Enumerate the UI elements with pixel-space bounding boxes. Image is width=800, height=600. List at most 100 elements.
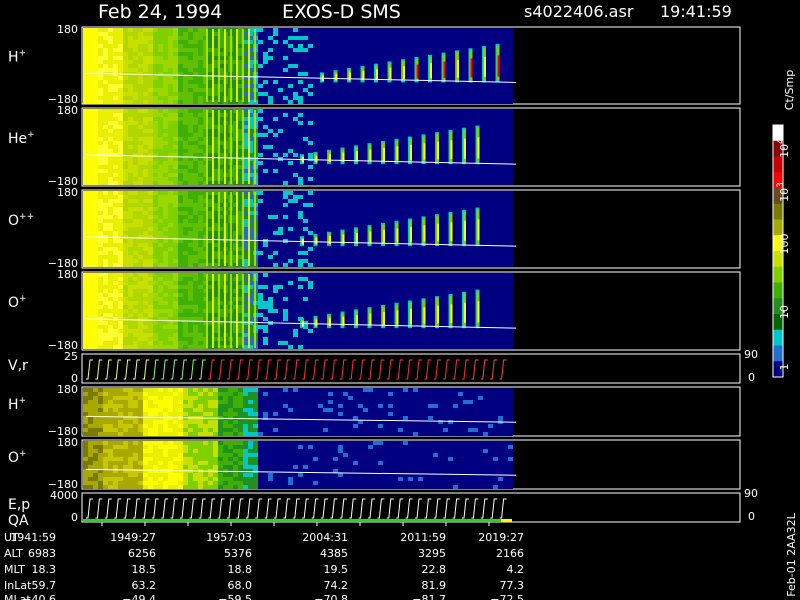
- heatmap-cell: [383, 177, 388, 181]
- heatmap-cell: [258, 52, 263, 56]
- heatmap-cell: [378, 255, 383, 259]
- heatmap-cell: [383, 219, 388, 223]
- heatmap-cell: [138, 68, 143, 72]
- heatmap-cell: [133, 181, 138, 185]
- heatmap-cell: [128, 129, 133, 133]
- heatmap-cell: [358, 129, 363, 133]
- heatmap-cell: [443, 255, 448, 259]
- heatmap-cell: [198, 32, 203, 36]
- heatmap-cell: [443, 207, 448, 211]
- heatmap-cell: [363, 165, 368, 169]
- heatmap-cell: [173, 121, 178, 125]
- heatmap-cell: [138, 80, 143, 84]
- heatmap-cell: [153, 157, 158, 161]
- heatmap-cell: [258, 203, 263, 207]
- heatmap-cell: [363, 211, 368, 215]
- heatmap-cell: [498, 259, 503, 263]
- heatmap-cell: [183, 60, 188, 64]
- heatmap-cell: [178, 64, 183, 68]
- heatmap-cell: [193, 165, 198, 169]
- heatmap-cell: [398, 169, 403, 173]
- heatmap-cell: [93, 191, 98, 195]
- heatmap-cell: [143, 100, 148, 104]
- heatmap-cell: [268, 223, 273, 227]
- heatmap-cell: [453, 165, 458, 169]
- heatmap-cell: [173, 243, 178, 247]
- heatmap-cell: [113, 109, 118, 113]
- heatmap-cell: [458, 247, 463, 251]
- heatmap-cell: [358, 207, 363, 211]
- heatmap-cell: [168, 137, 173, 141]
- heatmap-cell: [333, 247, 338, 251]
- heatmap-cell: [183, 149, 188, 153]
- heatmap-cell: [188, 68, 193, 72]
- heatmap-cell: [393, 251, 398, 255]
- heatmap-cell: [408, 84, 413, 88]
- heatmap-cell: [293, 247, 298, 251]
- heatmap-cell: [283, 251, 288, 255]
- heatmap-cell: [508, 76, 513, 80]
- heatmap-cell: [98, 203, 103, 207]
- heatmap-cell: [458, 195, 463, 199]
- heatmap-cell: [178, 231, 183, 235]
- heatmap-cell: [173, 211, 178, 215]
- heatmap-cell: [458, 44, 463, 48]
- heatmap-cell: [363, 125, 368, 129]
- heatmap-cell: [368, 129, 373, 133]
- heatmap-cell: [133, 215, 138, 219]
- heatmap-cell: [498, 191, 503, 195]
- heatmap-cell: [398, 52, 403, 56]
- heatmap-cell: [338, 28, 343, 32]
- heatmap-cell: [148, 64, 153, 68]
- heatmap-cell: [423, 181, 428, 185]
- heatmap-cell: [158, 113, 163, 117]
- heatmap-cell: [483, 177, 488, 181]
- heatmap-cell: [83, 259, 88, 263]
- heatmap-cell: [98, 32, 103, 36]
- heatmap-cell: [463, 259, 468, 263]
- heatmap-cell: [458, 100, 463, 104]
- heatmap-cell: [368, 92, 373, 96]
- heatmap-cell: [503, 133, 508, 137]
- heatmap-cell: [268, 145, 273, 149]
- heatmap-cell: [183, 181, 188, 185]
- heatmap-cell: [278, 203, 283, 207]
- heatmap-cell: [188, 32, 193, 36]
- heatmap-cell: [443, 137, 448, 141]
- heatmap-cell: [148, 84, 153, 88]
- heatmap-cell: [313, 125, 318, 129]
- heatmap-cell: [373, 48, 378, 52]
- heatmap-cell: [283, 109, 288, 113]
- heatmap-cell: [483, 117, 488, 121]
- heatmap-cell: [108, 215, 113, 219]
- heatmap-cell: [483, 235, 488, 239]
- heatmap-cell: [268, 215, 273, 219]
- heatmap-cell: [113, 263, 118, 267]
- heatmap-cell: [493, 88, 498, 92]
- heatmap-cell: [168, 133, 173, 137]
- heatmap-cell: [328, 52, 333, 56]
- heatmap-cell: [308, 165, 313, 169]
- heatmap-cell: [168, 141, 173, 145]
- heatmap-cell: [258, 227, 263, 231]
- heatmap-cell: [488, 133, 493, 137]
- heatmap-cell: [148, 121, 153, 125]
- heatmap-cell: [103, 129, 108, 133]
- heatmap-cell: [373, 263, 378, 267]
- heatmap-cell: [123, 125, 128, 129]
- heatmap-cell: [323, 223, 328, 227]
- heatmap-cell: [123, 211, 128, 215]
- heatmap-cell: [98, 44, 103, 48]
- heatmap-cell: [393, 84, 398, 88]
- heatmap-cell: [308, 52, 313, 56]
- heatmap-cell: [183, 247, 188, 251]
- heatmap-cell: [263, 145, 268, 149]
- heatmap-cell: [273, 259, 278, 263]
- heatmap-cell: [458, 113, 463, 117]
- heatmap-cell: [368, 32, 373, 36]
- heatmap-cell: [423, 125, 428, 129]
- heatmap-cell: [263, 60, 268, 64]
- heatmap-cell: [343, 133, 348, 137]
- heatmap-cell: [428, 145, 433, 149]
- heatmap-cell: [498, 161, 503, 165]
